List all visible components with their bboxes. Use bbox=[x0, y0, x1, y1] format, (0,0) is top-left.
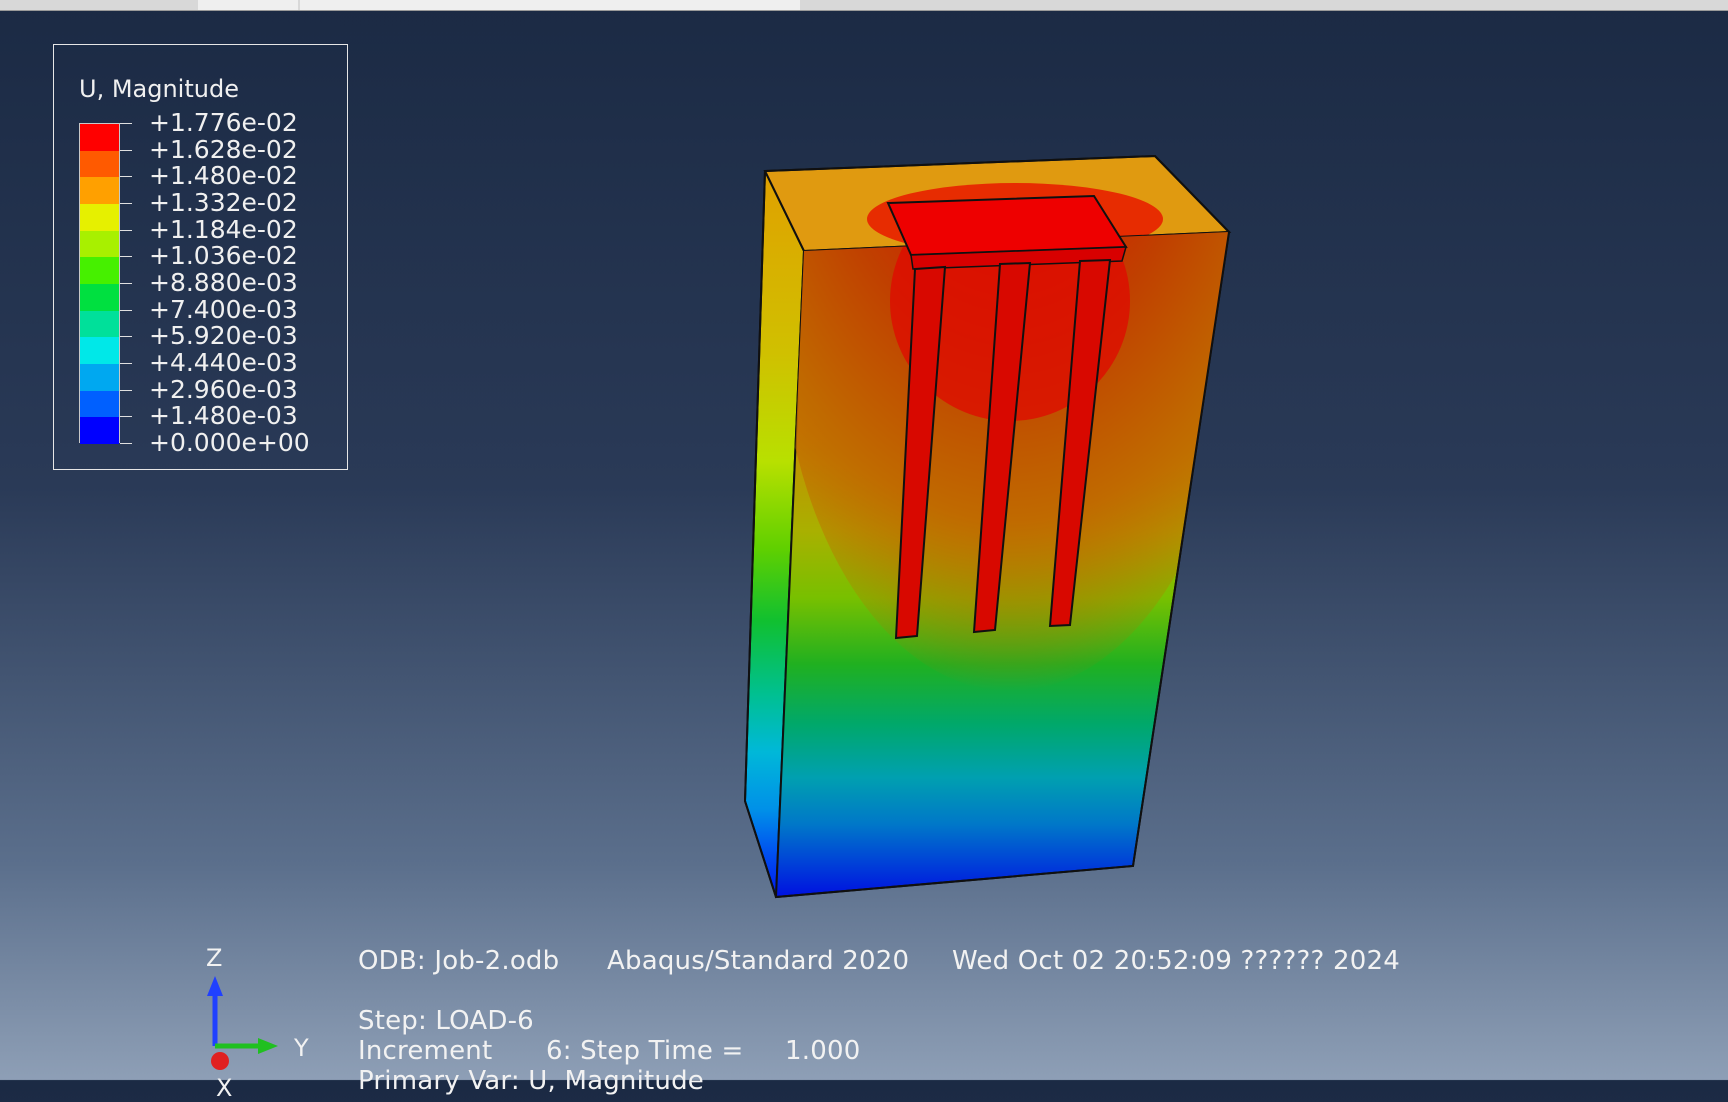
legend-value-label: +1.184e-02 bbox=[149, 214, 298, 244]
legend-value-label: +5.920e-03 bbox=[149, 321, 298, 351]
legend-tick bbox=[120, 256, 132, 258]
legend-tick bbox=[120, 283, 132, 284]
legend-color-bar bbox=[79, 123, 120, 445]
legend-tick bbox=[120, 149, 132, 151]
primary-var-label: Primary Var: U, Magnitude bbox=[358, 1066, 704, 1096]
legend-value-label: +1.776e-02 bbox=[149, 108, 298, 137]
step-time-value: 1.000 bbox=[785, 1036, 861, 1066]
legend-value-label: +1.332e-02 bbox=[149, 188, 298, 217]
legend-value-label: +4.440e-03 bbox=[149, 348, 298, 377]
triad-x-label: X bbox=[216, 1074, 233, 1102]
legend-swatch bbox=[80, 284, 119, 312]
legend-tick bbox=[120, 229, 132, 231]
legend-tick bbox=[120, 416, 132, 418]
legend-value-label: +2.960e-03 bbox=[149, 374, 298, 404]
legend-swatch bbox=[80, 150, 119, 178]
legend-swatch bbox=[80, 310, 119, 338]
step-label: Step: LOAD-6 bbox=[358, 1006, 534, 1036]
triad-z-label: Z bbox=[206, 944, 223, 972]
window-top-bar bbox=[0, 0, 1728, 11]
triad-y-label: Y bbox=[294, 1034, 309, 1062]
legend-tick bbox=[120, 363, 132, 364]
legend-swatch bbox=[80, 177, 119, 205]
legend-value-label: +1.036e-02 bbox=[149, 241, 298, 271]
legend-swatch bbox=[80, 390, 119, 418]
legend-tick bbox=[120, 336, 132, 338]
legend-swatch bbox=[80, 337, 119, 365]
legend-value-label: +1.628e-02 bbox=[149, 134, 298, 164]
legend-swatch bbox=[80, 364, 119, 392]
increment-value: 6: Step Time = bbox=[546, 1036, 744, 1066]
contour-legend[interactable]: U, Magnitude +1.776e-02 +1.628e-02 +1.480e… bbox=[53, 44, 348, 470]
solver-label: Abaqus/Standard 2020 bbox=[607, 946, 910, 976]
legend-tick bbox=[120, 443, 132, 444]
legend-tick bbox=[120, 123, 132, 124]
legend-value-label: +8.880e-03 bbox=[149, 268, 298, 297]
top-bar-segment bbox=[198, 0, 298, 10]
legend-title: U, Magnitude bbox=[79, 75, 239, 103]
legend-value-label: +7.400e-03 bbox=[149, 294, 298, 324]
increment-label: Increment bbox=[358, 1036, 493, 1066]
date-label: Wed Oct 02 20:52:09 ?????? 2024 bbox=[952, 946, 1400, 976]
legend-swatch bbox=[80, 417, 119, 445]
triad-axes-icon bbox=[207, 976, 278, 1070]
pile-cap-top bbox=[886, 194, 1128, 257]
legend-swatch bbox=[80, 257, 119, 285]
legend-value-label: +1.480e-02 bbox=[149, 161, 298, 191]
legend-swatch bbox=[80, 124, 119, 152]
coordinate-triad: Z Y X bbox=[180, 944, 330, 1102]
legend-swatch bbox=[80, 204, 119, 232]
top-bar-segment bbox=[300, 0, 800, 10]
legend-tick bbox=[120, 389, 132, 391]
legend-tick bbox=[120, 203, 132, 204]
legend-swatch bbox=[80, 230, 119, 258]
legend-tick bbox=[120, 309, 132, 311]
legend-value-label: +0.000e+00 bbox=[149, 428, 310, 457]
viewport[interactable]: U, Magnitude +1.776e-02 +1.628e-02 +1.480e… bbox=[0, 11, 1728, 1102]
legend-tick bbox=[120, 176, 132, 178]
legend-value-label: +1.480e-03 bbox=[149, 401, 298, 431]
odb-label: ODB: Job-2.odb bbox=[358, 946, 560, 976]
